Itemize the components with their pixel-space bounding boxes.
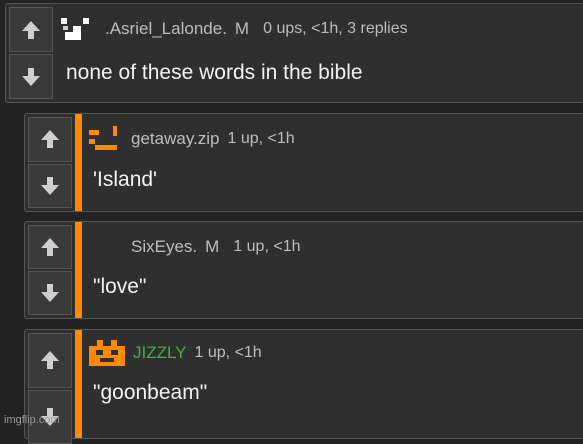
comment-header: .Asriel_Lalonde. M 0 ups, <1h, 3 replies	[61, 16, 408, 42]
comment-header: getaway.zip 1 up, <1h	[87, 126, 295, 152]
comment-meta: 0 ups, <1h, 3 replies	[263, 20, 408, 38]
username-link[interactable]: JIZZLY	[133, 343, 187, 363]
reply-indicator-bar	[75, 330, 82, 438]
arrow-down-icon	[20, 66, 42, 88]
user-avatar-icon[interactable]	[61, 16, 99, 42]
comment-text: 'Island'	[93, 168, 157, 192]
username-link[interactable]: getaway.zip	[131, 129, 220, 149]
vote-controls	[28, 117, 72, 208]
comment-1: .Asriel_Lalonde. M 0 ups, <1h, 3 replies…	[5, 3, 583, 103]
arrow-up-icon	[39, 128, 61, 150]
downvote-button[interactable]	[9, 54, 53, 99]
upvote-button[interactable]	[28, 225, 72, 269]
comment-header: SixEyes. M 1 up, <1h	[87, 234, 300, 260]
user-avatar-icon[interactable]	[87, 126, 125, 152]
reply-indicator-bar	[75, 114, 82, 211]
comment-text: none of these words in the bible	[66, 61, 363, 85]
arrow-up-icon	[20, 19, 42, 41]
arrow-down-icon	[39, 282, 61, 304]
user-avatar-icon[interactable]	[87, 340, 127, 366]
comment-4: JIZZLY 1 up, <1h "goonbeam"	[24, 329, 583, 439]
arrow-up-icon	[39, 349, 61, 371]
comment-header: JIZZLY 1 up, <1h	[87, 340, 262, 366]
comment-3: SixEyes. M 1 up, <1h "love"	[24, 221, 583, 319]
comment-2: getaway.zip 1 up, <1h 'Island'	[24, 113, 583, 212]
mod-badge: M	[205, 237, 219, 257]
downvote-button[interactable]	[28, 271, 72, 315]
username-link[interactable]: SixEyes.	[131, 237, 197, 257]
imgflip-watermark: imgflip.com	[4, 414, 60, 426]
comment-meta: 1 up, <1h	[233, 238, 300, 256]
reply-indicator-bar	[75, 222, 82, 318]
upvote-button[interactable]	[28, 117, 72, 162]
comment-meta: 1 up, <1h	[228, 130, 295, 148]
vote-controls	[28, 333, 72, 444]
downvote-button[interactable]	[28, 164, 72, 209]
comment-text: "goonbeam"	[93, 381, 207, 405]
upvote-button[interactable]	[28, 333, 72, 388]
vote-controls	[28, 225, 72, 315]
comment-meta: 1 up, <1h	[195, 344, 262, 362]
username-link[interactable]: .Asriel_Lalonde.	[105, 19, 227, 39]
vote-controls	[9, 7, 53, 99]
comment-text: "love"	[93, 275, 146, 299]
upvote-button[interactable]	[9, 7, 53, 52]
arrow-down-icon	[39, 175, 61, 197]
arrow-up-icon	[39, 236, 61, 258]
avatar-placeholder	[87, 234, 125, 260]
mod-badge: M	[235, 19, 249, 39]
